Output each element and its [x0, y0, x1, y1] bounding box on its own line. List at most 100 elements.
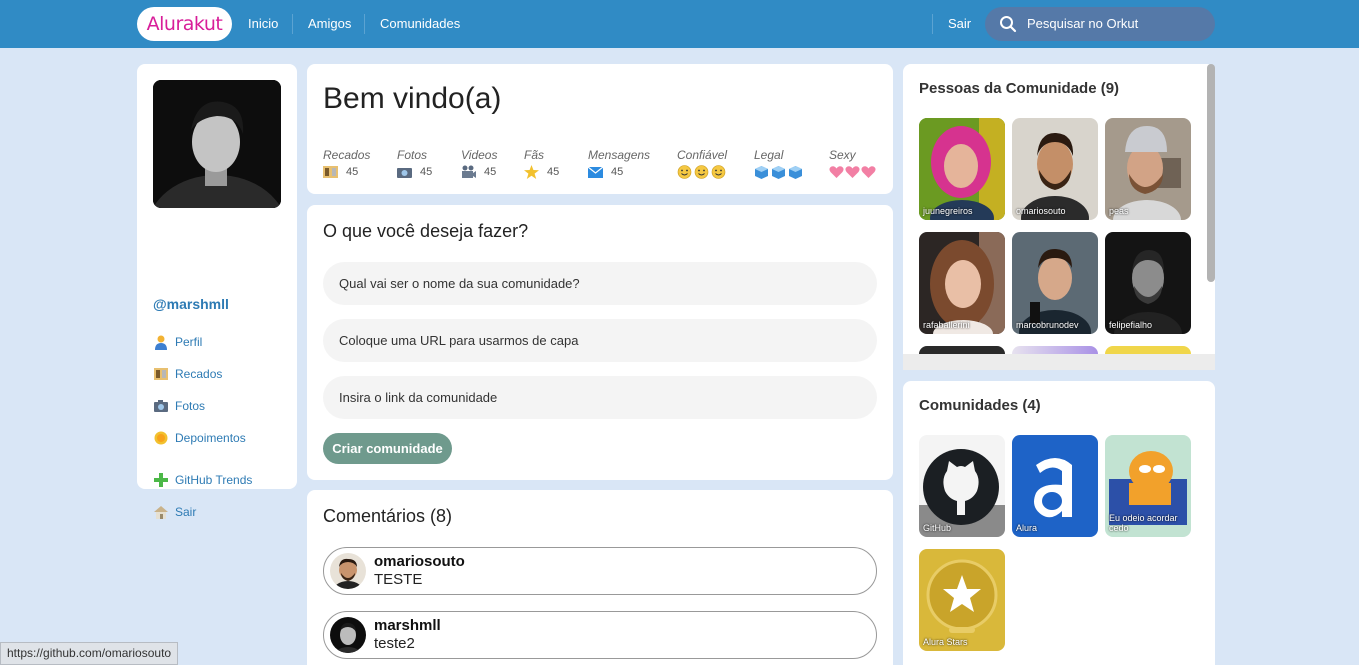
sidebar-item-label: Depoimentos [175, 431, 246, 445]
horizontal-scrollbar[interactable] [903, 354, 1215, 370]
sidebar-item-label: Recados [175, 367, 223, 381]
ice-cube-icon [772, 166, 785, 179]
person-name: peas [1109, 206, 1129, 216]
stat-value: 45 [547, 166, 560, 178]
stat-videos: Videos 45 [461, 148, 497, 180]
person-tile[interactable]: marcobrunodev [1012, 232, 1098, 334]
stat-recados: Recados 45 [323, 148, 370, 180]
community-tile[interactable]: Alura Stars [919, 549, 1005, 651]
communities-title: Comunidades (4) [919, 397, 1041, 414]
sidebar-item-label: Fotos [175, 399, 206, 413]
vertical-scrollbar[interactable] [1207, 64, 1215, 282]
search-input[interactable]: Pesquisar no Orkut [985, 7, 1215, 41]
comment-text: TESTE [374, 571, 423, 588]
community-name: Alura Stars [923, 637, 968, 647]
community-tile[interactable]: Alura [1012, 435, 1098, 537]
nav-divider [292, 14, 293, 34]
community-name: Eu odeio acordar cedo [1109, 513, 1178, 533]
sidebar-item-label: Perfil [175, 335, 203, 349]
sidebar-item-github-trends[interactable]: GitHub Trends [153, 470, 252, 490]
people-title: Pessoas da Comunidade (9) [919, 80, 1120, 97]
nav-amigos[interactable]: Amigos [308, 0, 351, 48]
sidebar-item-depoimentos[interactable]: Depoimentos [153, 428, 246, 448]
nav-divider [364, 14, 365, 34]
sidebar-item-perfil[interactable]: Perfil [153, 332, 202, 352]
community-tile[interactable]: Eu odeio acordar cedo [1105, 435, 1191, 537]
person-name: marcobrunodev [1016, 320, 1079, 330]
sidebar-item-fotos[interactable]: Fotos [153, 396, 205, 416]
smiley-icon [711, 165, 726, 179]
person-tile[interactable] [1105, 346, 1191, 354]
stat-label: Sexy [829, 148, 856, 162]
sidebar-item-label: Sair [175, 505, 197, 519]
stat-fotos: Fotos 45 [397, 148, 432, 180]
stat-label: Fotos [397, 148, 428, 162]
person-name: omariosouto [1016, 206, 1066, 216]
profile-handle[interactable]: @marshmll [153, 296, 229, 312]
community-name: GitHub [923, 523, 952, 533]
book-icon [323, 166, 338, 178]
comments-title: Comentários (8) [323, 506, 453, 526]
profile-avatar[interactable] [153, 80, 281, 208]
stat-value: 45 [346, 166, 359, 178]
top-bar: Alurakut Inicio Amigos Comunidades Sair … [0, 0, 1359, 48]
stat-label: Confiável [677, 148, 728, 162]
person-tile[interactable]: rafaballerini [919, 232, 1005, 334]
person-name: juunegreiros [923, 206, 973, 216]
community-cover-url-input[interactable]: Coloque uma URL para usarmos de capa [323, 319, 877, 362]
comment-username[interactable]: omariosouto [374, 553, 465, 570]
comment-item[interactable]: omariosouto TESTE [323, 547, 877, 595]
heart-icon [861, 166, 876, 178]
heart-icon [829, 166, 844, 178]
comment-username[interactable]: marshmll [374, 617, 441, 634]
person-name: rafaballerini [923, 320, 970, 330]
camera-icon [154, 400, 168, 412]
community-name-input[interactable]: Qual vai ser o nome da sua comunidade? [323, 262, 877, 305]
comment-avatar[interactable] [330, 617, 366, 653]
sidebar-item-sair[interactable]: Sair [153, 502, 196, 522]
person-tile[interactable]: omariosouto [1012, 118, 1098, 220]
comment-avatar[interactable] [330, 553, 366, 589]
sun-icon [154, 431, 168, 445]
heart-icon [845, 166, 860, 178]
stat-label: Mensagens [588, 148, 651, 162]
nav-comunidades[interactable]: Comunidades [380, 0, 460, 48]
ice-cube-icon [755, 166, 768, 179]
create-community-button[interactable]: Criar comunidade [323, 433, 452, 464]
person-tile[interactable]: felipefialho [1105, 232, 1191, 334]
home-icon [154, 506, 168, 519]
stat-fas: Fãs 45 [524, 148, 559, 180]
communities-panel: Comunidades (4) GitHub Alura Eu odeio ac… [903, 381, 1215, 665]
nav-inicio[interactable]: Inicio [248, 0, 278, 48]
stat-label: Legal [754, 148, 784, 162]
camera-icon [397, 168, 412, 178]
sidebar-item-recados[interactable]: Recados [153, 364, 222, 384]
stat-mensagens: Mensagens 45 [588, 148, 650, 180]
comment-item[interactable]: marshmll teste2 [323, 611, 877, 659]
person-tile[interactable]: peas [1105, 118, 1191, 220]
smiley-icon [677, 165, 692, 179]
community-tile[interactable]: GitHub [919, 435, 1005, 537]
comment-text: teste2 [374, 635, 415, 652]
create-community-panel: O que você deseja fazer? Qual vai ser o … [307, 205, 893, 480]
alurakut-logo[interactable]: Alurakut [137, 7, 232, 41]
comments-panel: Comentários (8) omariosouto TESTE marshm… [307, 490, 893, 665]
plus-icon [154, 473, 168, 487]
stat-sexy: Sexy [829, 148, 876, 180]
video-camera-icon [462, 165, 476, 178]
stat-label: Recados [323, 148, 371, 162]
welcome-title: Bem vindo(a) [323, 82, 502, 115]
stat-legal: Legal [754, 148, 803, 180]
stat-value: 45 [420, 166, 433, 178]
profile-sidebar: @marshmll Perfil Recados Fotos Depoiment… [137, 64, 297, 519]
stat-value: 45 [611, 166, 624, 178]
community-link-input[interactable]: Insira o link da comunidade [323, 376, 877, 419]
person-tile[interactable] [1012, 346, 1098, 354]
logout-link[interactable]: Sair [948, 0, 971, 48]
search-placeholder: Pesquisar no Orkut [1027, 16, 1139, 31]
person-tile[interactable] [919, 346, 1005, 354]
welcome-panel: Bem vindo(a) Recados 45 Fotos 45 Videos … [307, 64, 893, 194]
person-tile[interactable]: juunegreiros [919, 118, 1005, 220]
browser-status-bar: https://github.com/omariosouto [0, 642, 179, 665]
envelope-icon [588, 166, 603, 178]
